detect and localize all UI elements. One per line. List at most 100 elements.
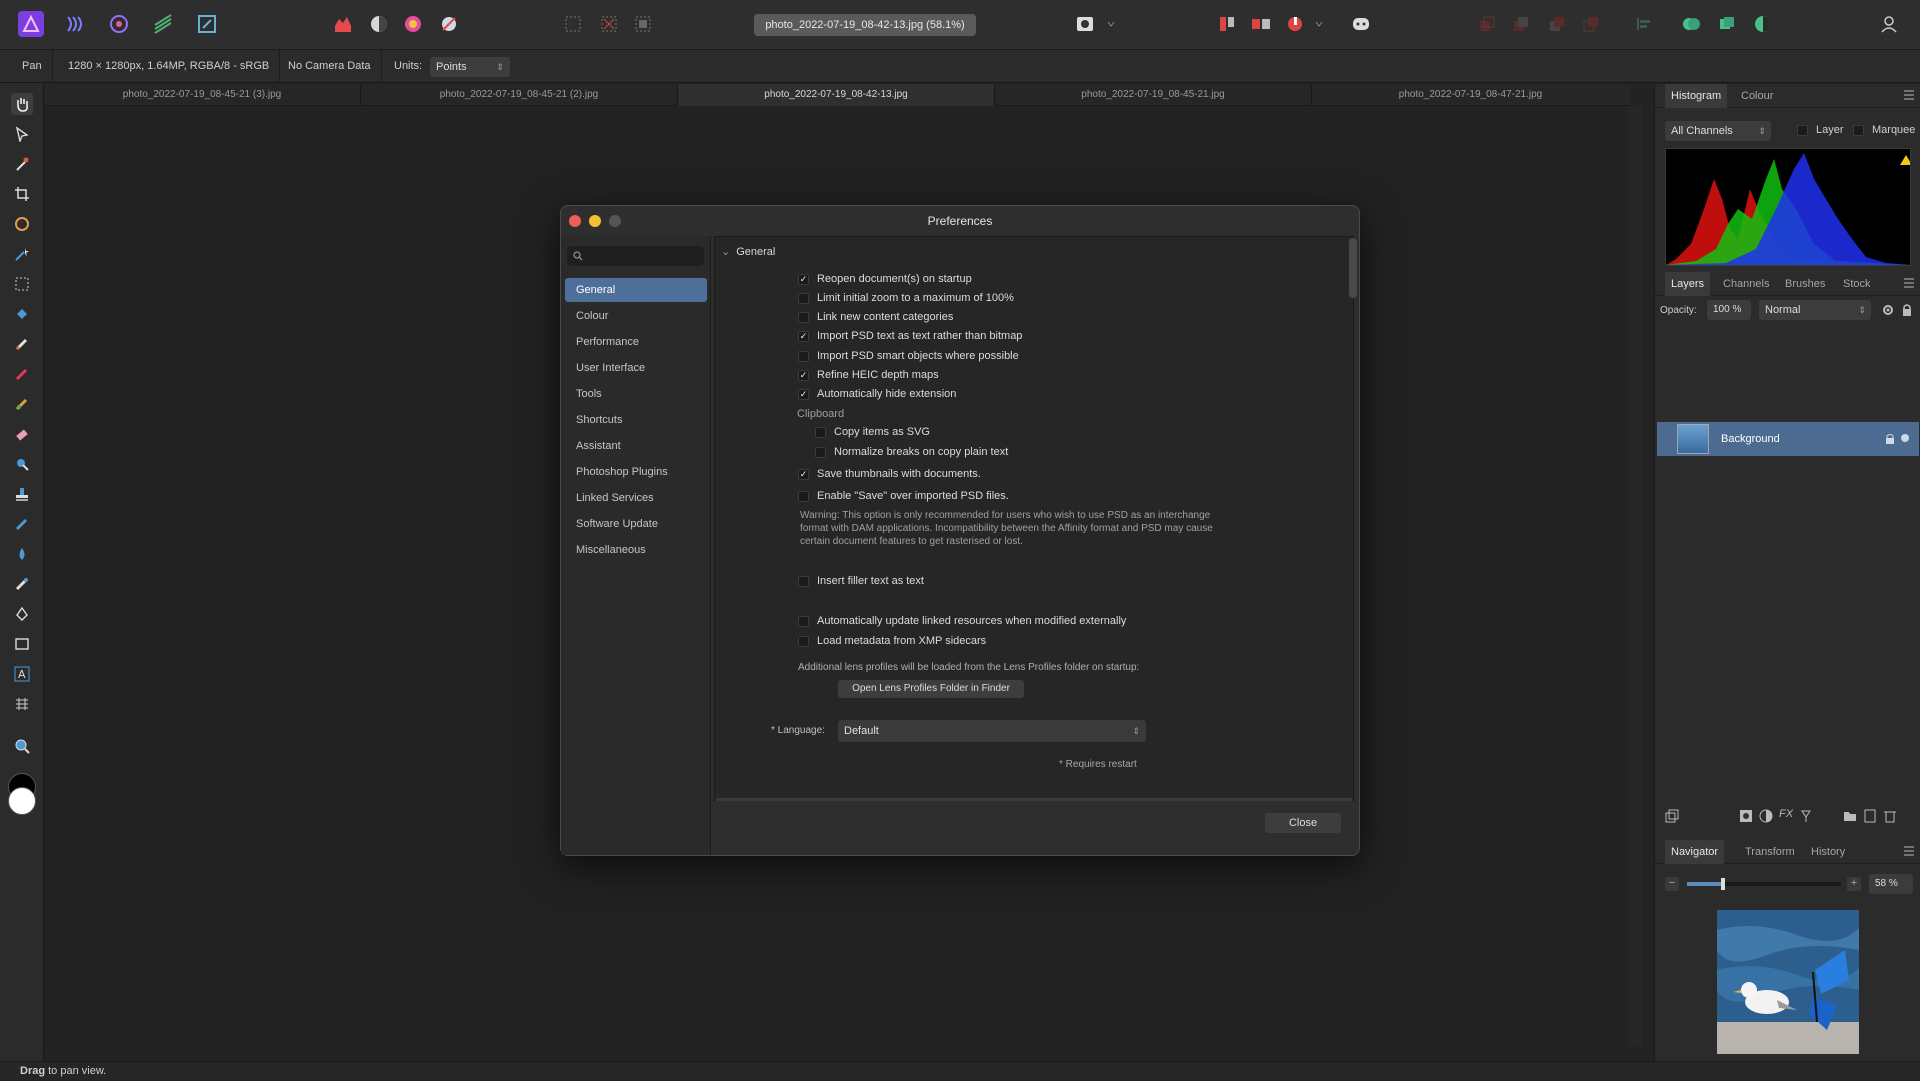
- arrange-forward-icon[interactable]: [1544, 11, 1570, 37]
- zoom-value-input[interactable]: 58 %: [1869, 874, 1913, 894]
- section-general[interactable]: ⌄ General: [721, 245, 775, 258]
- paint-brush-icon[interactable]: [11, 333, 33, 355]
- chevron-down-icon[interactable]: [1104, 11, 1118, 37]
- arrange-back-icon[interactable]: [1474, 11, 1500, 37]
- option-filler-text[interactable]: Insert filler text as text: [798, 573, 924, 589]
- sidebar-item-linked-services[interactable]: Linked Services: [565, 486, 707, 510]
- quick-mask-icon[interactable]: [1072, 11, 1098, 37]
- layer-row[interactable]: Background: [1657, 422, 1919, 456]
- option-import-psd-smart-objects[interactable]: Import PSD smart objects where possible: [798, 348, 1019, 364]
- option-load-xmp[interactable]: Load metadata from XMP sidecars: [798, 633, 986, 649]
- develop-persona-icon[interactable]: [106, 11, 132, 37]
- tab-channels[interactable]: Channels: [1717, 272, 1775, 296]
- tab-navigator[interactable]: Navigator: [1665, 840, 1725, 864]
- tab-colour[interactable]: Colour: [1735, 84, 1779, 108]
- zoom-tool-icon[interactable]: [11, 735, 33, 757]
- lock-icon[interactable]: [1885, 433, 1895, 448]
- camera-data-label[interactable]: No Camera Data: [278, 50, 382, 83]
- zoom-slider[interactable]: [1687, 878, 1841, 890]
- arrange-backward-icon[interactable]: [1508, 11, 1534, 37]
- option-normalize-breaks[interactable]: Normalize breaks on copy plain text: [815, 444, 1008, 460]
- align-icon[interactable]: [1630, 11, 1656, 37]
- pen-tool-icon[interactable]: [11, 603, 33, 625]
- sidebar-item-user-interface[interactable]: User Interface: [565, 356, 707, 380]
- navigator-preview[interactable]: [1717, 910, 1859, 1054]
- colour-replacement-icon[interactable]: [11, 363, 33, 385]
- channels-select[interactable]: All Channels ⇕: [1665, 121, 1771, 141]
- tab-history[interactable]: History: [1805, 840, 1851, 864]
- sidebar-item-tools[interactable]: Tools: [565, 382, 707, 406]
- white-balance-icon[interactable]: [436, 11, 462, 37]
- pan-tool-icon[interactable]: [11, 93, 33, 115]
- undo-redo-icon[interactable]: [1282, 11, 1308, 37]
- live-filter-icon[interactable]: [1799, 809, 1813, 826]
- colour-swatch-secondary[interactable]: [8, 787, 36, 815]
- healing-brush-icon[interactable]: [11, 573, 33, 595]
- mask-layer-icon[interactable]: [1739, 809, 1753, 826]
- clone-stamp-icon[interactable]: [11, 483, 33, 505]
- marquee-tool-icon[interactable]: [11, 273, 33, 295]
- marquee-checkbox[interactable]: Marquee: [1853, 124, 1915, 136]
- document-tab[interactable]: photo_2022-07-19_08-45-21 (3).jpg: [44, 84, 361, 106]
- document-tab[interactable]: photo_2022-07-19_08-47-21.jpg: [1312, 84, 1629, 106]
- delete-layer-icon[interactable]: [1883, 809, 1897, 826]
- deselect-icon[interactable]: [596, 11, 622, 37]
- document-tab-active[interactable]: photo_2022-07-19_08-42-13.jpg: [678, 84, 995, 106]
- invert-selection-icon[interactable]: [630, 11, 656, 37]
- rectangle-tool-icon[interactable]: [11, 633, 33, 655]
- tone-mapping-persona-icon[interactable]: [150, 11, 176, 37]
- tab-stock[interactable]: Stock: [1837, 272, 1877, 296]
- opacity-input[interactable]: 100 %: [1707, 300, 1751, 320]
- adjustment-layer-icon[interactable]: [1759, 809, 1773, 826]
- text-tool-icon[interactable]: A: [11, 663, 33, 685]
- flood-fill-icon[interactable]: [11, 303, 33, 325]
- colour-wheel-icon[interactable]: [400, 11, 426, 37]
- lock-icon[interactable]: [1901, 303, 1913, 320]
- tab-brushes[interactable]: Brushes: [1779, 272, 1831, 296]
- boolean-subtract-icon[interactable]: [1750, 11, 1776, 37]
- language-select[interactable]: Default ⇕: [838, 720, 1146, 742]
- tab-transform[interactable]: Transform: [1739, 840, 1801, 864]
- flood-select-icon[interactable]: [11, 243, 33, 265]
- dodge-tool-icon[interactable]: [11, 453, 33, 475]
- histogram-tool-icon[interactable]: [330, 11, 356, 37]
- move-tool-icon[interactable]: [11, 123, 33, 145]
- assistant-align-icon[interactable]: [1214, 11, 1240, 37]
- open-lens-folder-button[interactable]: Open Lens Profiles Folder in Finder: [838, 680, 1024, 698]
- visibility-dot-icon[interactable]: [1901, 434, 1909, 442]
- layer-copy-icon[interactable]: [1665, 809, 1679, 826]
- add-pixel-layer-icon[interactable]: [1863, 809, 1877, 826]
- option-auto-update-linked[interactable]: Automatically update linked resources wh…: [798, 613, 1126, 629]
- sidebar-item-assistant[interactable]: Assistant: [565, 434, 707, 458]
- snapping-icon[interactable]: [1678, 11, 1704, 37]
- option-copy-svg[interactable]: Copy items as SVG: [815, 424, 930, 440]
- dialog-titlebar[interactable]: Preferences: [561, 206, 1359, 236]
- blur-brush-icon[interactable]: [11, 543, 33, 565]
- option-reopen-documents[interactable]: ✓ Reopen document(s) on startup: [798, 271, 972, 287]
- panel-menu-icon[interactable]: [1903, 90, 1915, 103]
- sidebar-item-photoshop-plugins[interactable]: Photoshop Plugins: [565, 460, 707, 484]
- tab-histogram[interactable]: Histogram: [1665, 84, 1728, 108]
- zoom-in-icon[interactable]: +: [1847, 877, 1861, 891]
- assistant-robot-icon[interactable]: [1348, 11, 1374, 37]
- sidebar-item-miscellaneous[interactable]: Miscellaneous: [565, 538, 707, 562]
- zoom-out-icon[interactable]: −: [1665, 877, 1679, 891]
- crop-tool-icon[interactable]: [11, 183, 33, 205]
- sidebar-item-shortcuts[interactable]: Shortcuts: [565, 408, 707, 432]
- sidebar-item-general[interactable]: General: [565, 278, 707, 302]
- color-picker-icon[interactable]: [11, 153, 33, 175]
- fx-icon[interactable]: FX: [1779, 808, 1793, 820]
- sidebar-item-software-update[interactable]: Software Update: [565, 512, 707, 536]
- option-enable-save-psd[interactable]: Enable "Save" over imported PSD files.: [798, 488, 1009, 504]
- sidebar-item-performance[interactable]: Performance: [565, 330, 707, 354]
- liquify-persona-icon[interactable]: [62, 11, 88, 37]
- units-select[interactable]: Points ⇕: [430, 57, 510, 77]
- mesh-warp-icon[interactable]: [11, 693, 33, 715]
- blend-mode-select[interactable]: Normal ⇕: [1759, 300, 1871, 320]
- panel-menu-icon[interactable]: [1903, 846, 1915, 859]
- paint-mixer-icon[interactable]: [11, 393, 33, 415]
- folder-icon[interactable]: [1843, 809, 1857, 826]
- sidebar-item-colour[interactable]: Colour: [565, 304, 707, 328]
- document-title-pill[interactable]: photo_2022-07-19_08-42-13.jpg (58.1%): [754, 14, 976, 36]
- close-button[interactable]: Close: [1265, 813, 1341, 833]
